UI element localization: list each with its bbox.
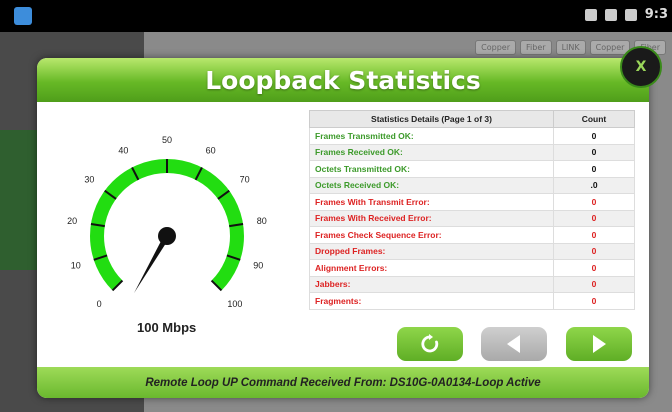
stats-row-label: Frames Check Sequence Error: — [309, 226, 554, 244]
stats-row-label: Alignment Errors: — [309, 259, 554, 277]
stats-row: Frames With Transmit Error: 0 — [309, 193, 635, 211]
previous-page-button[interactable] — [481, 327, 547, 361]
stats-row-label: Frames With Received Error: — [309, 209, 554, 227]
stats-row: Jabbers: 0 — [309, 275, 635, 293]
stats-row: Fragments: 0 — [309, 292, 635, 310]
stats-row: Frames With Received Error: 0 — [309, 209, 635, 227]
gauge-tick-label: 80 — [257, 216, 267, 226]
stats-row-count: .0 — [553, 176, 635, 194]
speed-gauge: 0 10 20 30 40 50 60 70 80 90 100 — [37, 102, 307, 352]
stats-row-count: 0 — [553, 160, 635, 178]
stats-row-count: 0 — [553, 209, 635, 227]
arrow-left-icon — [507, 335, 520, 353]
stats-header-label: Statistics Details (Page 1 of 3) — [309, 110, 554, 128]
stats-row-count: 0 — [553, 242, 635, 260]
speed-label: 100 Mbps — [137, 320, 197, 335]
close-icon: X — [635, 59, 647, 75]
stats-row-label: Frames With Transmit Error: — [309, 193, 554, 211]
gauge-hub — [158, 227, 176, 245]
bg-tab: LINK — [555, 40, 586, 55]
gauge-tick-label: 90 — [253, 261, 263, 271]
background-sidebar — [0, 130, 40, 270]
stats-row-count: 0 — [553, 275, 635, 293]
stats-row: Octets Received OK: .0 — [309, 176, 635, 194]
stats-row: Frames Check Sequence Error: 0 — [309, 226, 635, 244]
loopback-statistics-dialog: Loopback Statistics 0 10 20 30 40 50 60 70 80 90 1… — [37, 58, 649, 398]
stats-row-label: Octets Received OK: — [309, 176, 554, 194]
stats-row: Frames Received OK: 0 — [309, 143, 635, 161]
bg-tab: Fiber — [520, 40, 552, 55]
gauge-tick-label: 100 — [227, 299, 242, 309]
stats-row-label: Fragments: — [309, 292, 554, 310]
gauge-tick-label: 40 — [118, 145, 128, 155]
status-time: 9:3 — [644, 7, 668, 22]
gauge-arc — [90, 159, 244, 291]
status-bar: 9:3 — [0, 0, 672, 32]
gauge-svg: 0 10 20 30 40 50 60 70 80 90 100 — [67, 135, 267, 309]
stats-row: Dropped Frames: 0 — [309, 242, 635, 260]
stats-row-count: 0 — [553, 259, 635, 277]
close-button[interactable]: X — [620, 46, 662, 88]
stats-row-label: Frames Transmitted OK: — [309, 127, 554, 145]
stats-row-label: Frames Received OK: — [309, 143, 554, 161]
stats-row: Alignment Errors: 0 — [309, 259, 635, 277]
stats-row-label: Octets Transmitted OK: — [309, 160, 554, 178]
stats-row-label: Dropped Frames: — [309, 242, 554, 260]
stats-row: Frames Transmitted OK: 0 — [309, 127, 635, 145]
stats-row-count: 0 — [553, 193, 635, 211]
arrow-right-icon — [593, 335, 606, 353]
refresh-icon — [421, 334, 439, 353]
gauge-tick-label: 60 — [206, 145, 216, 155]
stats-row-count: 0 — [553, 127, 635, 145]
gauge-tick-label: 70 — [240, 175, 250, 185]
gauge-tick-label: 50 — [162, 135, 172, 145]
usb-icon — [604, 8, 617, 21]
dialog-header: Loopback Statistics — [37, 58, 649, 102]
sync-icon — [584, 8, 597, 21]
stats-row-count: 0 — [553, 143, 635, 161]
gauge-tick-label: 10 — [71, 261, 81, 271]
stats-row-label: Jabbers: — [309, 275, 554, 293]
dialog-footer: Remote Loop UP Command Received From: DS… — [37, 367, 649, 398]
statistics-table: Statistics Details (Page 1 of 3) Count F… — [309, 110, 635, 310]
app-icon — [14, 7, 32, 25]
dialog-title: Loopback Statistics — [205, 65, 481, 95]
refresh-button[interactable] — [397, 327, 463, 361]
gauge-tick-label: 20 — [67, 216, 77, 226]
stats-row-count: 0 — [553, 226, 635, 244]
signal-icon — [624, 8, 637, 21]
next-page-button[interactable] — [566, 327, 632, 361]
status-message: Remote Loop UP Command Received From: DS… — [145, 376, 541, 389]
stats-header-count: Count — [553, 110, 635, 128]
stats-row-count: 0 — [553, 292, 635, 310]
stats-row: Octets Transmitted OK: 0 — [309, 160, 635, 178]
bg-tab: Copper — [475, 40, 517, 55]
gauge-tick-label: 0 — [97, 299, 102, 309]
gauge-tick-label: 30 — [84, 175, 94, 185]
